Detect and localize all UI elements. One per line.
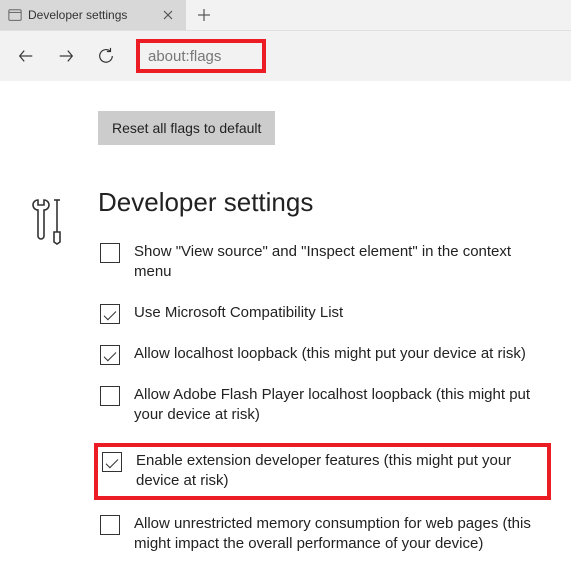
address-bar[interactable]: about:flags — [136, 39, 266, 73]
back-button[interactable] — [6, 36, 46, 76]
tab-title: Developer settings — [28, 8, 154, 22]
option-label: Use Microsoft Compatibility List — [134, 303, 347, 323]
checkbox[interactable] — [100, 304, 120, 324]
option-row: Use Microsoft Compatibility List — [98, 301, 551, 326]
tab-bar: Developer settings — [0, 0, 571, 31]
new-tab-button[interactable] — [186, 0, 222, 30]
option-row: Enable extension developer features (thi… — [94, 443, 551, 500]
address-text: about:flags — [148, 48, 221, 65]
option-label: Allow unrestricted memory consumption fo… — [134, 514, 549, 555]
reset-flags-button[interactable]: Reset all flags to default — [98, 111, 275, 145]
checkbox[interactable] — [100, 243, 120, 263]
checkbox[interactable] — [100, 515, 120, 535]
page-title: Developer settings — [98, 187, 551, 218]
option-row: Show "View source" and "Inspect element"… — [98, 240, 551, 285]
option-label: Show "View source" and "Inspect element"… — [134, 242, 549, 283]
option-row: Allow Adobe Flash Player localhost loopb… — [98, 383, 551, 428]
option-label: Allow localhost loopback (this might put… — [134, 344, 530, 364]
tab-favicon — [8, 8, 22, 22]
refresh-button[interactable] — [86, 36, 126, 76]
nav-bar: about:flags — [0, 31, 571, 81]
option-row: Allow unrestricted memory consumption fo… — [98, 512, 551, 557]
section-icon-column — [0, 111, 98, 572]
option-label: Allow Adobe Flash Player localhost loopb… — [134, 385, 549, 426]
option-row: Allow localhost loopback (this might put… — [98, 342, 551, 367]
close-icon[interactable] — [160, 7, 176, 23]
browser-tab[interactable]: Developer settings — [0, 0, 186, 30]
option-label: Enable extension developer features (thi… — [136, 451, 543, 492]
page-content: Reset all flags to default Developer set… — [0, 81, 571, 572]
checkbox[interactable] — [102, 452, 122, 472]
checkbox[interactable] — [100, 386, 120, 406]
checkbox[interactable] — [100, 345, 120, 365]
settings-column: Reset all flags to default Developer set… — [98, 111, 571, 572]
forward-button[interactable] — [46, 36, 86, 76]
wrench-screwdriver-icon — [29, 196, 69, 572]
